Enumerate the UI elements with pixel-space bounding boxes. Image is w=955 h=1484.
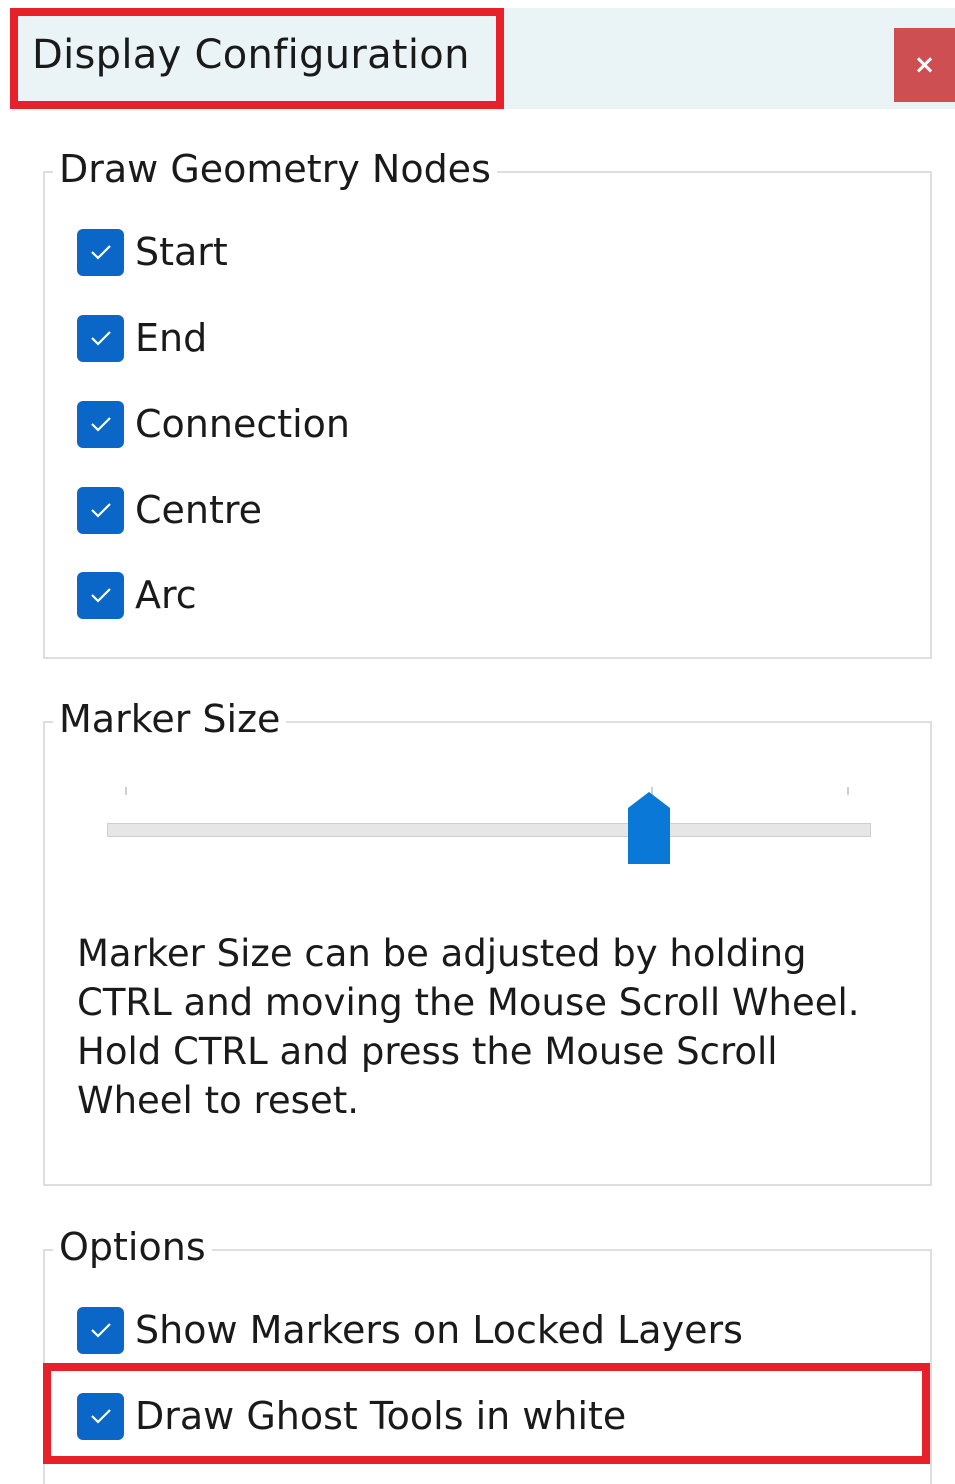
checkmark-icon xyxy=(90,588,111,603)
ghost-tools-highlight-box xyxy=(43,1363,930,1464)
start-label: Start xyxy=(135,230,228,274)
slider-track[interactable] xyxy=(107,823,871,837)
end-label: End xyxy=(135,316,208,360)
arc-checkbox[interactable] xyxy=(77,571,124,619)
slider-tick xyxy=(847,787,849,795)
show-markers-locked-layers-label: Show Markers on Locked Layers xyxy=(135,1308,743,1352)
options-legend: Options xyxy=(53,1221,212,1273)
draw-geometry-nodes-legend: Draw Geometry Nodes xyxy=(53,143,497,195)
centre-checkbox-row[interactable]: Centre xyxy=(77,485,262,535)
slider-thumb[interactable] xyxy=(628,792,671,864)
marker-size-group: Marker Size Marker Size can be adjusted … xyxy=(43,693,932,1186)
slider-tick xyxy=(125,787,127,795)
checkmark-icon xyxy=(90,503,111,518)
connection-label: Connection xyxy=(135,402,351,446)
close-button[interactable]: × xyxy=(894,28,955,102)
start-checkbox[interactable] xyxy=(77,228,124,276)
connection-checkbox-row[interactable]: Connection xyxy=(77,399,350,449)
connection-checkbox[interactable] xyxy=(77,400,124,448)
centre-checkbox[interactable] xyxy=(77,486,124,534)
marker-size-legend: Marker Size xyxy=(53,693,287,745)
title-highlight-box xyxy=(10,8,504,109)
show-markers-locked-layers-checkbox[interactable] xyxy=(77,1306,124,1354)
marker-size-help-text: Marker Size can be adjusted by holding C… xyxy=(77,932,860,1122)
end-checkbox[interactable] xyxy=(77,314,124,362)
show-markers-locked-layers-row[interactable]: Show Markers on Locked Layers xyxy=(77,1305,743,1355)
arc-checkbox-row[interactable]: Arc xyxy=(77,570,197,620)
arc-label: Arc xyxy=(135,573,197,617)
marker-size-slider[interactable] xyxy=(105,783,871,873)
end-checkbox-row[interactable]: End xyxy=(77,313,207,363)
start-checkbox-row[interactable]: Start xyxy=(77,227,228,277)
centre-label: Centre xyxy=(135,488,263,532)
display-configuration-dialog: Display Configuration × Draw Geometry No… xyxy=(0,0,955,1484)
draw-geometry-nodes-group: Draw Geometry Nodes Start End Connection… xyxy=(43,143,932,659)
checkmark-icon xyxy=(90,331,111,346)
checkmark-icon xyxy=(90,417,111,432)
checkmark-icon xyxy=(90,245,111,260)
checkmark-icon xyxy=(90,1323,111,1338)
